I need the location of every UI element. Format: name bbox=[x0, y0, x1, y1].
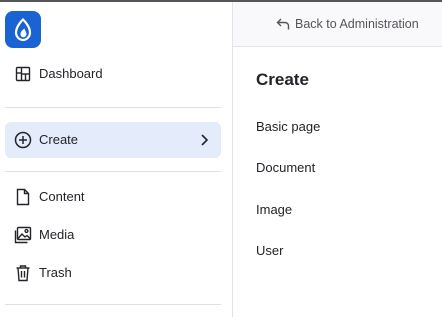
create-link-image[interactable]: Image bbox=[256, 202, 292, 217]
sidebar-item-dashboard[interactable]: Dashboard bbox=[5, 56, 221, 92]
plus-circle-icon bbox=[14, 131, 32, 149]
sidebar-item-trash[interactable]: Trash bbox=[5, 255, 221, 291]
drupal-logo[interactable] bbox=[5, 11, 41, 48]
sidebar-item-label: Dashboard bbox=[39, 66, 103, 81]
create-link-document[interactable]: Document bbox=[256, 160, 315, 175]
sidebar-item-content[interactable]: Content bbox=[5, 179, 221, 215]
sidebar-divider bbox=[5, 107, 221, 108]
panel-header: Back to Administration bbox=[233, 2, 442, 47]
drupal-drop-icon bbox=[14, 17, 32, 41]
back-to-administration-link[interactable]: Back to Administration bbox=[275, 14, 419, 34]
file-icon bbox=[14, 188, 32, 206]
sidebar-item-label: Create bbox=[39, 132, 79, 147]
back-link-label: Back to Administration bbox=[295, 17, 419, 31]
panel-title: Create bbox=[256, 70, 309, 89]
create-link-user[interactable]: User bbox=[256, 243, 283, 258]
image-icon bbox=[14, 226, 32, 244]
sidebar-item-label: Content bbox=[39, 189, 85, 204]
sidebar-item-label: Media bbox=[39, 227, 75, 242]
arrow-back-icon bbox=[275, 16, 291, 32]
sidebar-item-media[interactable]: Media bbox=[5, 217, 221, 253]
sidebar-item-label: Trash bbox=[39, 265, 72, 280]
sidebar-item-create[interactable]: Create bbox=[5, 122, 221, 158]
sidebar-divider bbox=[5, 304, 221, 305]
trash-icon bbox=[14, 264, 32, 282]
sidebar-divider bbox=[5, 171, 221, 172]
sidebar-border bbox=[232, 2, 233, 317]
dashboard-icon bbox=[14, 65, 32, 83]
create-link-basic-page[interactable]: Basic page bbox=[256, 119, 320, 134]
chevron-right-icon bbox=[197, 132, 211, 148]
